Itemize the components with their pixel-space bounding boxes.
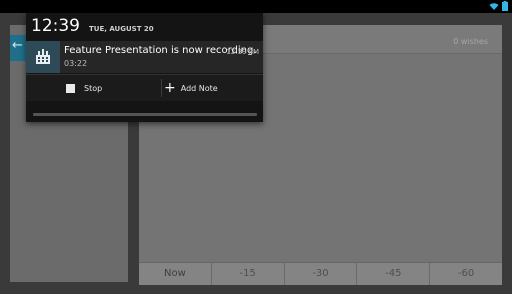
clock: 12:39: [31, 16, 80, 36]
tab-minus-15[interactable]: -15: [210, 263, 284, 285]
wifi-icon: [489, 2, 499, 10]
tab-now[interactable]: Now: [139, 263, 211, 285]
date: TUE, AUGUST 20: [89, 25, 154, 33]
plus-icon: +: [164, 80, 176, 96]
add-note-button[interactable]: + Add Note: [164, 75, 218, 101]
tab-minus-45[interactable]: -45: [356, 263, 429, 285]
tab-minus-60[interactable]: -60: [429, 263, 502, 285]
shade-drag-handle[interactable]: [33, 113, 257, 116]
stop-button[interactable]: Stop: [66, 75, 102, 101]
recording-notification[interactable]: Feature Presentation is now recording. 1…: [26, 41, 263, 73]
action-divider: [161, 79, 162, 97]
notification-actions: Stop + Add Note: [26, 74, 263, 101]
tab-minus-30[interactable]: -30: [283, 263, 357, 285]
status-bar: [0, 0, 512, 13]
add-note-label: Add Note: [180, 83, 218, 93]
status-icons: [489, 1, 508, 11]
recording-elapsed: 03:22: [64, 59, 88, 68]
film-board-icon: [26, 41, 60, 73]
back-arrow-icon: ←: [12, 38, 23, 53]
wishes-count: 0 wishes: [453, 37, 488, 46]
notification-shade: 12:39 TUE, AUGUST 20 Feature Presentatio…: [26, 13, 263, 122]
time-tabs: Now -15 -30 -45 -60: [139, 262, 502, 285]
stop-label: Stop: [84, 83, 103, 93]
battery-icon: [502, 1, 508, 11]
notification-timestamp: 12:39 PM: [226, 48, 259, 56]
stop-icon: [66, 83, 75, 93]
